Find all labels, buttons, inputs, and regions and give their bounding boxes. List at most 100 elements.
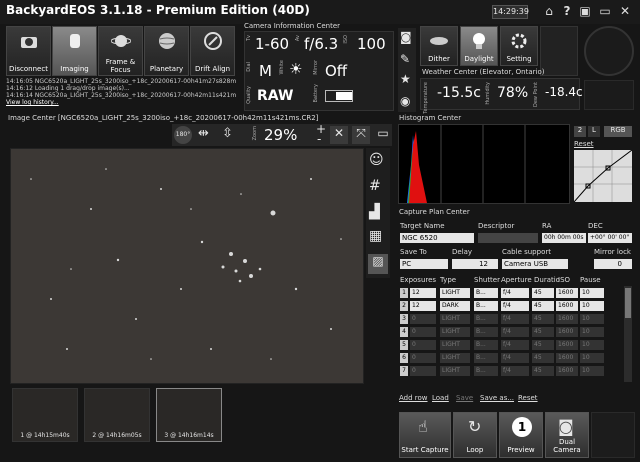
table-row[interactable]: 6 0 LIGHT B... f/4 45 1600 10 [398, 352, 622, 364]
reset-link[interactable]: Reset [518, 394, 538, 402]
grid-icon[interactable]: # [369, 178, 381, 194]
row-type-cell[interactable]: LIGHT [440, 314, 470, 324]
monitor-icon[interactable]: ▭ [374, 126, 392, 144]
preview-button[interactable]: 1 Preview [499, 412, 543, 458]
thumbnail-selected[interactable]: 3 @ 14h16m14s [156, 388, 222, 442]
row-type-cell[interactable]: LIGHT [440, 340, 470, 350]
row-iso-cell[interactable]: 1600 [556, 353, 578, 363]
row-shutter-cell[interactable]: B... [474, 327, 498, 337]
image-view-icon[interactable]: ▨ [368, 254, 388, 274]
row-iso-cell[interactable]: 1600 [556, 327, 578, 337]
row-exp-cell[interactable]: 0 [410, 327, 436, 337]
row-ap-cell[interactable]: f/4 [501, 340, 529, 350]
quality-value[interactable]: RAW [257, 88, 293, 104]
row-shutter-cell[interactable]: B... [474, 340, 498, 350]
minimize-icon[interactable]: ▭ [598, 4, 612, 18]
row-shutter-cell[interactable]: B... [474, 288, 498, 298]
start-capture-button[interactable]: ☝ Start Capture [399, 412, 451, 458]
row-shutter-cell[interactable]: B... [474, 314, 498, 324]
row-type-cell[interactable]: LIGHT [440, 327, 470, 337]
cable-support-select[interactable]: Camera USB [502, 259, 568, 269]
thumbnail[interactable]: 2 @ 14h16m05s [84, 388, 150, 442]
histogram-icon[interactable]: ▟ [369, 204, 380, 220]
row-pause-cell[interactable]: 10 [580, 327, 604, 337]
save-link[interactable]: Save [456, 394, 473, 402]
histogram-2-button[interactable]: 2 [574, 126, 586, 137]
row-ap-cell[interactable]: f/4 [501, 366, 529, 376]
add-row-link[interactable]: Add row [399, 394, 428, 402]
histogram-rgb-button[interactable]: RGB [604, 126, 632, 137]
row-pause-cell[interactable]: 10 [580, 353, 604, 363]
histogram-l-button[interactable]: L [588, 126, 600, 137]
row-dur-cell[interactable]: 45 [532, 301, 554, 311]
expand-icon[interactable]: ⤧ [352, 126, 370, 144]
view-log-history-link[interactable]: View log history... [6, 99, 238, 106]
row-dur-cell[interactable]: 45 [532, 288, 554, 298]
disconnect-button[interactable]: Disconnect [6, 26, 51, 76]
load-link[interactable]: Load [432, 394, 449, 402]
row-dur-cell[interactable]: 45 [532, 353, 554, 363]
table-row[interactable]: 2 12 DARK B... f/4 45 1600 10 [398, 300, 622, 312]
delay-stepper[interactable]: 12 [452, 259, 498, 269]
row-ap-cell[interactable]: f/4 [501, 327, 529, 337]
daylight-button[interactable]: Daylight [460, 26, 498, 66]
save-as-link[interactable]: Save as... [480, 394, 514, 402]
row-dur-cell[interactable]: 45 [532, 327, 554, 337]
histogram-reset-link[interactable]: Reset [574, 140, 594, 148]
planetary-button[interactable]: Planetary [144, 26, 189, 76]
globe-icon[interactable]: ◉ [400, 94, 410, 108]
setting-button[interactable]: Setting [500, 26, 538, 66]
rotate-180-button[interactable]: 180° [174, 126, 192, 144]
row-dur-cell[interactable]: 45 [532, 366, 554, 376]
help-icon[interactable]: ? [560, 4, 574, 18]
row-dur-cell[interactable]: 45 [532, 340, 554, 350]
row-exp-cell[interactable]: 12 [410, 288, 436, 298]
dual-camera-button[interactable]: ◙ Dual Camera [545, 412, 589, 458]
row-pause-cell[interactable]: 10 [580, 366, 604, 376]
row-type-cell[interactable]: DARK [440, 301, 470, 311]
tv-value[interactable]: 1-60 [255, 35, 289, 53]
mirror-lock-stepper[interactable]: 0 [594, 259, 632, 269]
star-icon[interactable]: ★ [400, 72, 411, 86]
table-row[interactable]: 4 0 LIGHT B... f/4 45 1600 10 [398, 326, 622, 338]
row-iso-cell[interactable]: 1600 [556, 314, 578, 324]
dec-input[interactable]: +00° 00' 00" [588, 233, 632, 243]
camera-icon[interactable]: ◙ [400, 30, 412, 44]
row-exp-cell[interactable]: 0 [410, 340, 436, 350]
zoom-out-button[interactable]: - [317, 132, 321, 146]
row-ap-cell[interactable]: f/4 [501, 353, 529, 363]
mirror-value[interactable]: Off [325, 62, 347, 80]
image-view[interactable] [10, 148, 364, 384]
close-icon[interactable]: ✕ [618, 4, 632, 18]
row-pause-cell[interactable]: 10 [580, 288, 604, 298]
cube-icon[interactable]: ▦ [369, 228, 382, 244]
loop-button[interactable]: ↻ Loop [453, 412, 497, 458]
frame-focus-button[interactable]: Frame & Focus [98, 26, 143, 76]
table-row[interactable]: 3 0 LIGHT B... f/4 45 1600 10 [398, 313, 622, 325]
av-value[interactable]: f/6.3 [304, 35, 338, 53]
row-shutter-cell[interactable]: B... [474, 353, 498, 363]
lock-icon[interactable]: ▣ [578, 4, 592, 18]
row-pause-cell[interactable]: 10 [580, 340, 604, 350]
row-iso-cell[interactable]: 1600 [556, 366, 578, 376]
row-exp-cell[interactable]: 0 [410, 366, 436, 376]
row-type-cell[interactable]: LIGHT [440, 366, 470, 376]
imaging-button[interactable]: Imaging [52, 26, 97, 76]
curve-editor[interactable] [573, 149, 633, 203]
row-pause-cell[interactable]: 10 [580, 301, 604, 311]
drift-align-button[interactable]: Drift Align [190, 26, 235, 76]
iso-value[interactable]: 100 [357, 35, 386, 53]
row-shutter-cell[interactable]: B... [474, 301, 498, 311]
row-ap-cell[interactable]: f/4 [501, 301, 529, 311]
flip-vertical-icon[interactable]: ⇳ [222, 126, 233, 141]
row-pause-cell[interactable]: 10 [580, 314, 604, 324]
row-iso-cell[interactable]: 1600 [556, 340, 578, 350]
pen-icon[interactable]: ✎ [400, 52, 410, 66]
row-ap-cell[interactable]: f/4 [501, 314, 529, 324]
row-exp-cell[interactable]: 0 [410, 353, 436, 363]
thumbnail[interactable]: 1 @ 14h15m40s [12, 388, 78, 442]
row-exp-cell[interactable]: 12 [410, 301, 436, 311]
dither-button[interactable]: Dither [420, 26, 458, 66]
ra-input[interactable]: 00h 00m 00s [542, 233, 586, 243]
flip-horizontal-icon[interactable]: ⇹ [198, 126, 209, 141]
